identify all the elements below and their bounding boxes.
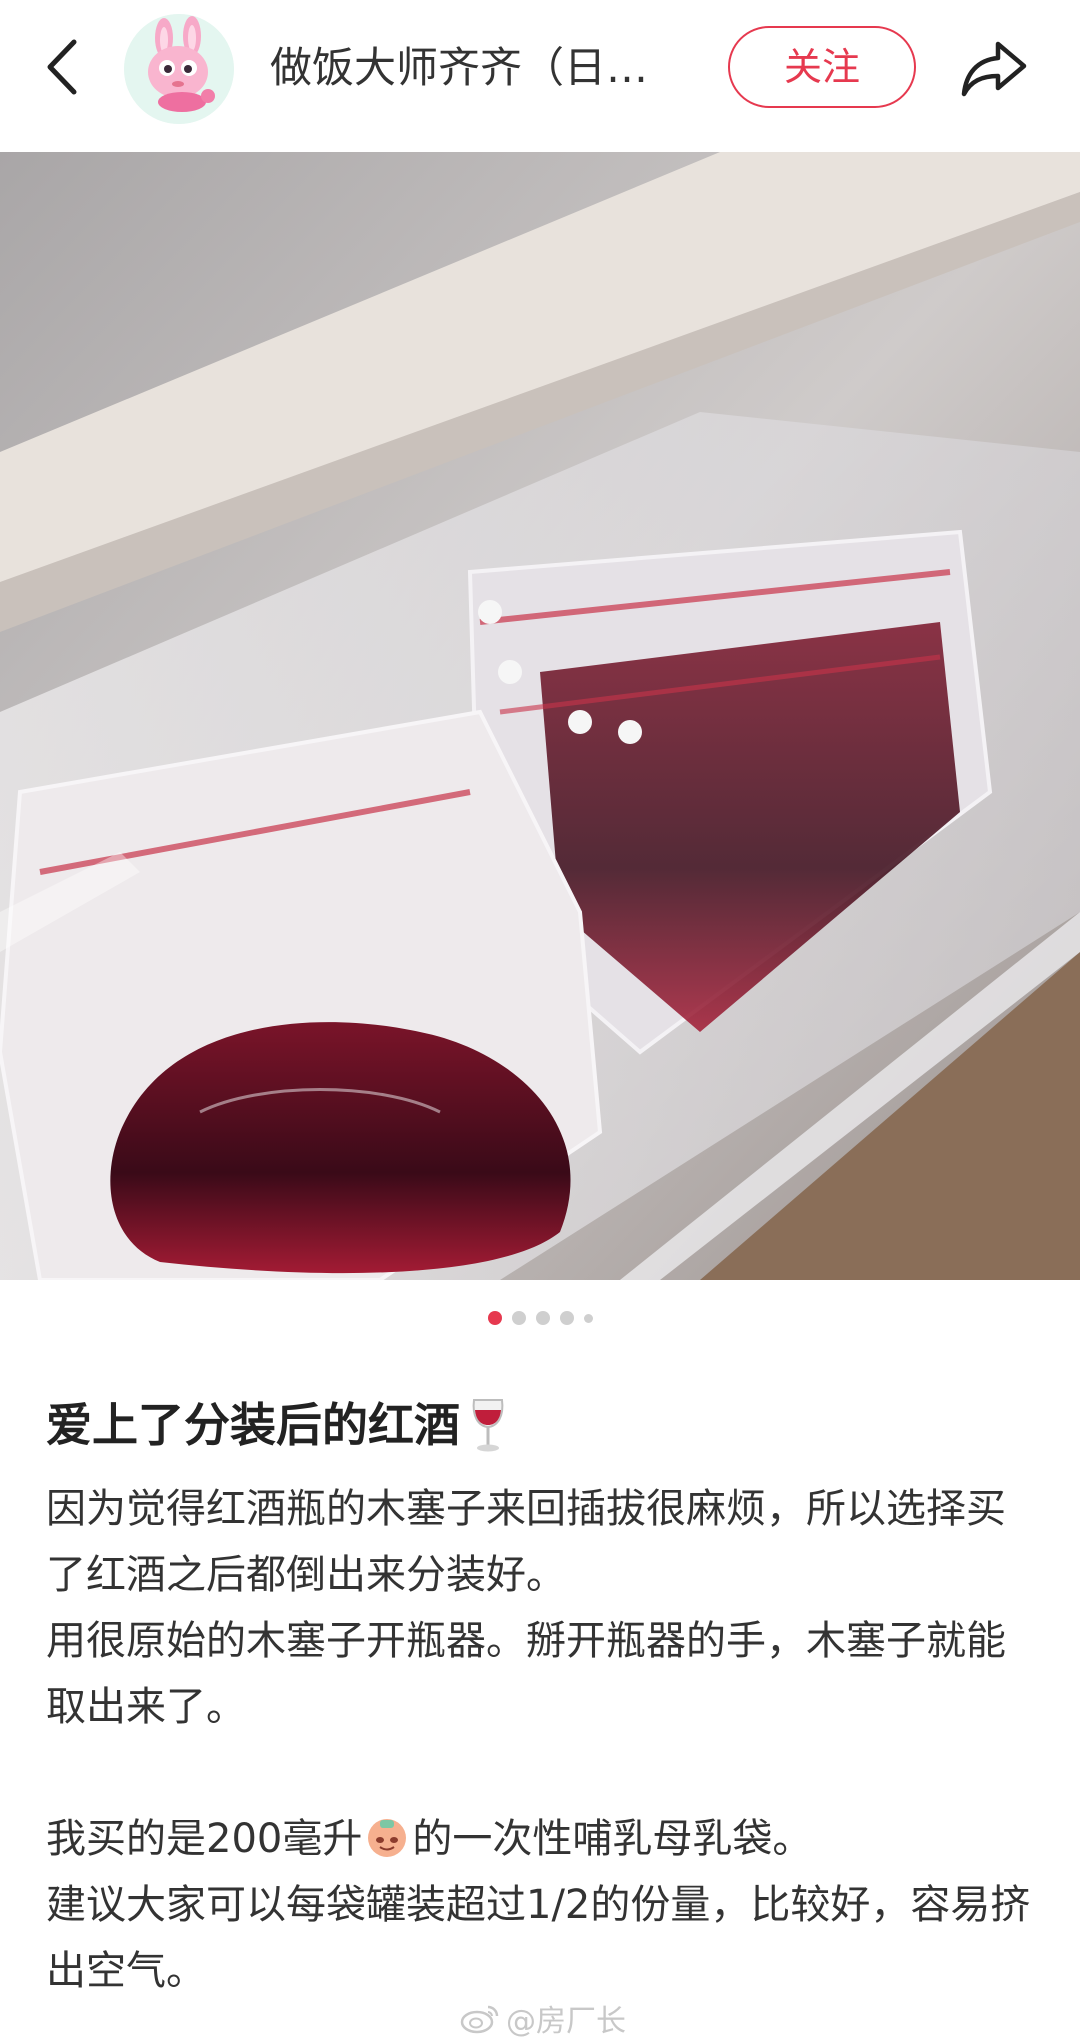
follow-button[interactable]: 关注: [728, 26, 916, 108]
post-paragraph: 我买的是200毫升 的一次性哺乳母乳袋。: [46, 1806, 1036, 1872]
post-text-fragment: 的一次性哺乳母乳袋。: [412, 1816, 813, 1862]
wine-bags-photo: [0, 152, 1080, 1280]
post-photo[interactable]: [0, 152, 1080, 1280]
post-title-text: 爱上了分装后的红酒: [46, 1398, 460, 1452]
post-title: 爱上了分装后的红酒: [46, 1390, 1036, 1460]
wine-glass-icon: [472, 1399, 504, 1452]
post-paragraph: 建议大家可以每袋罐装超过1/2的份量，比较好，容易挤出空气。: [46, 1882, 1031, 1994]
back-button[interactable]: [36, 32, 86, 102]
share-arrow-icon: [961, 41, 1027, 97]
top-bar: 做饭大师齐齐（日… 关注: [0, 0, 1080, 150]
share-button[interactable]: [956, 30, 1032, 106]
author-avatar[interactable]: [124, 14, 234, 124]
post-paragraph: 因为觉得红酒瓶的木塞子来回插拔很麻烦，所以选择买了红酒之后都倒出来分装好。: [46, 1486, 1006, 1598]
watermark-text: @房厂长: [506, 2004, 626, 2039]
post-text-fragment: 我买的是200毫升: [46, 1816, 363, 1862]
carousel-dot[interactable]: [511, 1311, 526, 1325]
carousel-dot[interactable]: [559, 1311, 574, 1325]
watermark: @房厂长: [460, 1998, 626, 2039]
carousel-indicator: [0, 1306, 1080, 1330]
chevron-left-icon: [47, 39, 77, 95]
weibo-icon: [460, 2005, 499, 2034]
baby-bottle-emoji-icon: [368, 1819, 407, 1857]
post-body: 因为觉得红酒瓶的木塞子来回插拔很麻烦，所以选择买了红酒之后都倒出来分装好。 用很…: [46, 1476, 1036, 2004]
author-name[interactable]: 做饭大师齐齐（日…: [270, 38, 680, 98]
carousel-dot-active[interactable]: [487, 1311, 502, 1325]
post-paragraph: 用很原始的木塞子开瓶器。掰开瓶器的手，木塞子就能取出来了。: [46, 1618, 1006, 1730]
bunny-avatar-image: [124, 14, 234, 124]
carousel-dot[interactable]: [583, 1313, 593, 1323]
carousel-dot[interactable]: [535, 1311, 550, 1325]
